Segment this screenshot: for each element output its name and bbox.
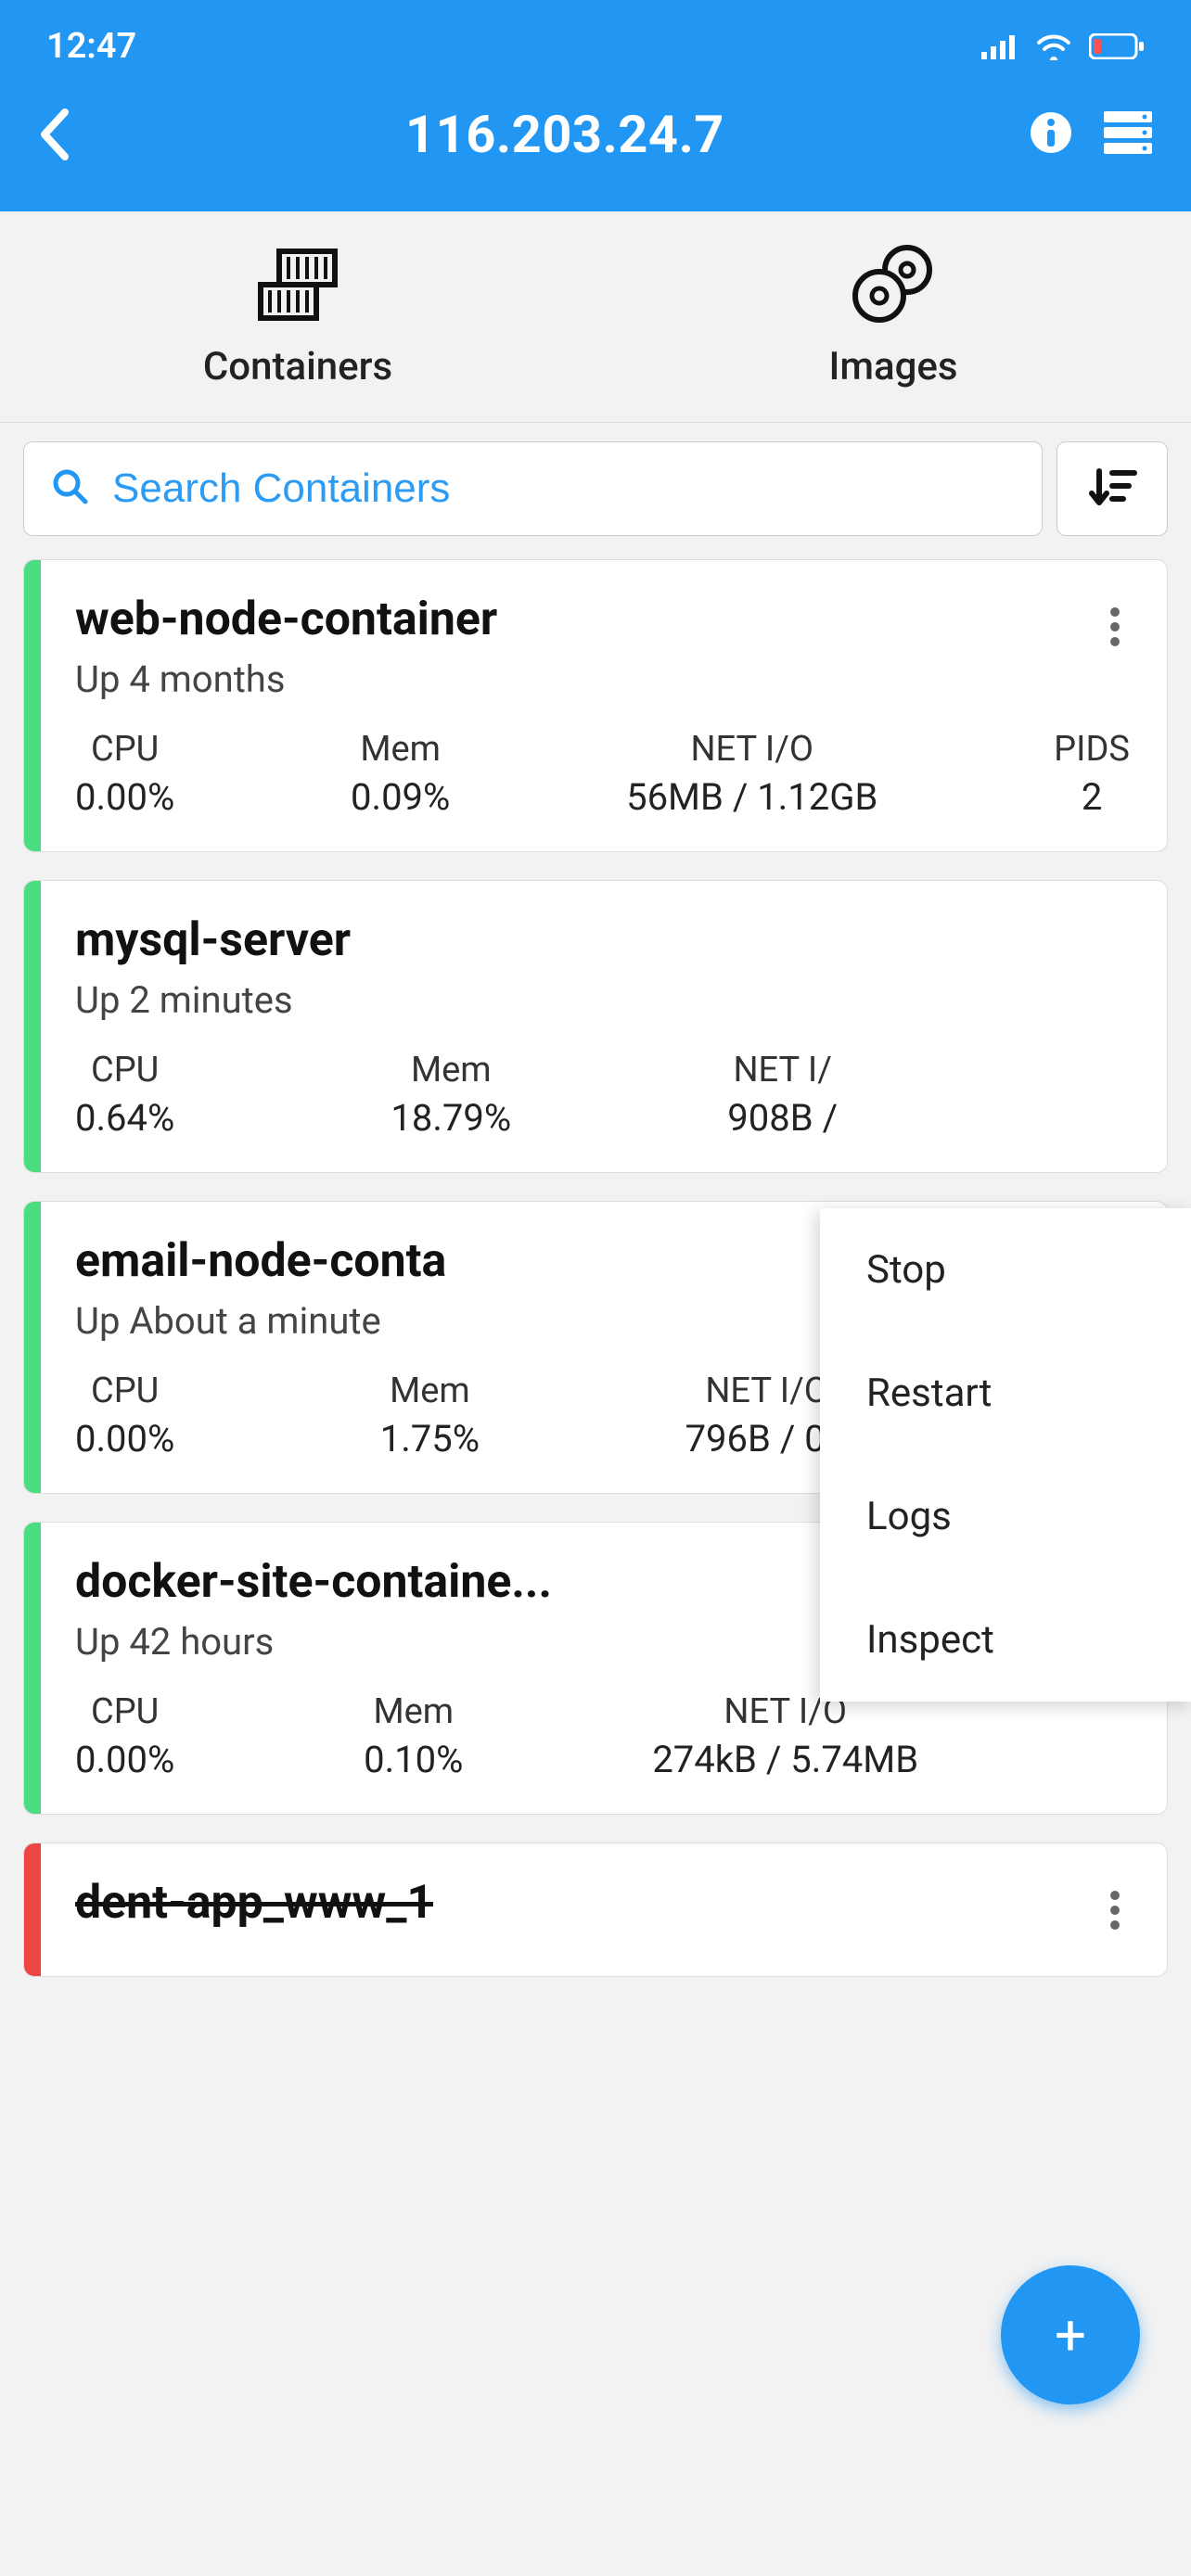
wifi-icon (1035, 32, 1072, 60)
nav-actions (1028, 109, 1154, 159)
pids-value: 2 (1054, 775, 1130, 819)
mem-label: Mem (351, 729, 450, 770)
context-menu: Stop Restart Logs Inspect (820, 1208, 1191, 1702)
app-header: 12:47 116.203.24.7 (0, 0, 1191, 211)
stats-row: CPU0.64% Mem18.79% NET I/908B / PIDS0 (75, 1050, 1130, 1140)
mem-value: 18.79% (391, 1096, 511, 1140)
mem-label: Mem (380, 1371, 480, 1411)
more-button[interactable] (1100, 593, 1130, 665)
cpu-value: 0.00% (75, 1417, 174, 1460)
stats-row: CPU0.00% Mem0.10% NET I/O274kB / 5.74MB … (75, 1691, 1130, 1781)
status-indicator (24, 560, 41, 851)
status-indicator (24, 881, 41, 1172)
server-icon[interactable] (1102, 109, 1154, 159)
container-status: Up 4 months (75, 657, 497, 701)
tab-containers[interactable]: Containers (0, 211, 596, 422)
sort-icon (1086, 464, 1138, 514)
add-fab[interactable]: + (1001, 2265, 1140, 2404)
stats-row: CPU 0.00% Mem 0.09% NET I/O 56MB / 1.12GB P… (75, 729, 1130, 819)
container-name: docker-site-containe... (75, 1555, 552, 1609)
container-card[interactable]: web-node-container Up 4 months CPU 0.00% … (23, 559, 1168, 852)
netio-value: 56MB / 1.12GB (626, 775, 877, 819)
plus-icon: + (1055, 2302, 1086, 2368)
battery-icon (1089, 33, 1145, 59)
back-button[interactable] (37, 107, 102, 162)
container-status: Up 42 hours (75, 1620, 552, 1664)
containers-icon (0, 244, 596, 327)
tabs: Containers Images (0, 211, 1191, 423)
container-name: email-node-conta (75, 1234, 446, 1288)
mem-value: 0.09% (351, 775, 450, 819)
cellular-icon (981, 33, 1018, 59)
container-status: Up About a minute (75, 1299, 446, 1343)
container-card[interactable]: dent-app_www_1 (23, 1843, 1168, 1977)
status-indicator (24, 1523, 41, 1814)
cpu-value: 0.64% (75, 1096, 174, 1140)
tab-images-label: Images (596, 344, 1191, 389)
search-icon (52, 468, 89, 509)
menu-item-logs[interactable]: Logs (820, 1455, 1191, 1578)
netio-label: NET I/O (626, 729, 877, 770)
tab-images[interactable]: Images (596, 211, 1191, 422)
container-name: web-node-container (75, 593, 497, 646)
page-title: 116.203.24.7 (102, 104, 1028, 165)
more-button[interactable] (1100, 1876, 1130, 1948)
netio-value: 908B / (727, 1096, 838, 1140)
status-time: 12:47 (46, 26, 136, 67)
container-name: mysql-server (75, 913, 351, 967)
container-name: dent-app_www_1 (75, 1876, 433, 1930)
status-indicators (981, 32, 1145, 60)
search-row (0, 423, 1191, 555)
menu-item-stop[interactable]: Stop (820, 1208, 1191, 1332)
cpu-label: CPU (75, 729, 174, 770)
netio-label: NET I/ (727, 1050, 838, 1090)
menu-item-inspect[interactable]: Inspect (820, 1578, 1191, 1702)
mem-value: 1.75% (380, 1417, 480, 1460)
status-indicator (24, 1843, 41, 1976)
mem-label: Mem (391, 1050, 511, 1090)
search-box[interactable] (23, 441, 1043, 536)
status-indicator (24, 1202, 41, 1493)
images-icon (596, 244, 1191, 327)
netio-value: 274kB / 5.74MB (652, 1738, 918, 1781)
sort-button[interactable] (1057, 441, 1168, 536)
nav-bar: 116.203.24.7 (0, 76, 1191, 211)
mem-label: Mem (364, 1691, 463, 1732)
mem-value: 0.10% (364, 1738, 463, 1781)
container-card[interactable]: mysql-server Up 2 minutes CPU 0.64% Mem 18… (23, 880, 1168, 1173)
cpu-label: CPU (75, 1050, 174, 1090)
cpu-label: CPU (75, 1691, 174, 1732)
cpu-label: CPU (75, 1371, 174, 1411)
pids-label: PIDS (1054, 729, 1130, 770)
tab-containers-label: Containers (0, 344, 596, 389)
container-status: Up 2 minutes (75, 978, 351, 1022)
search-input[interactable] (112, 465, 1014, 512)
info-icon[interactable] (1028, 109, 1074, 159)
status-bar: 12:47 (0, 0, 1191, 76)
menu-item-restart[interactable]: Restart (820, 1332, 1191, 1455)
cpu-value: 0.00% (75, 1738, 174, 1781)
cpu-value: 0.00% (75, 775, 174, 819)
